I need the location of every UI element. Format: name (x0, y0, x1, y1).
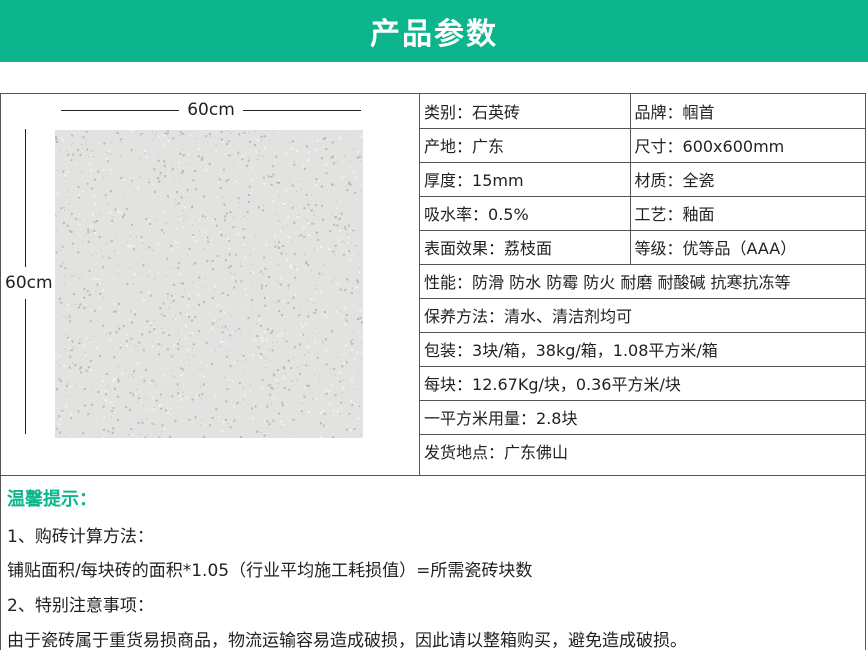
height-dimension-line-bottom (25, 299, 26, 434)
spec-label: 尺寸： (634, 137, 683, 156)
spec-cell: 保养方法：清水、清洁剂均可 (420, 297, 866, 333)
spec-value: 0.5% (488, 205, 529, 224)
height-dimension-label: 60cm (5, 273, 53, 293)
height-dimension: 60cm (5, 129, 53, 434)
spec-cell: 等级：优等品（AAA） (629, 229, 866, 265)
spec-cell: 每块：12.67Kg/块，0.36平方米/块 (420, 365, 866, 401)
spec-row: 类别：石英砖 品牌：帼首 (420, 94, 866, 129)
spec-row: 厚度：15mm 材质：全瓷 (420, 161, 866, 197)
spec-label: 等级： (634, 239, 683, 258)
spec-label: 保养方法： (424, 307, 505, 326)
spec-value: 广东佛山 (504, 443, 569, 463)
tip-line: 2、特别注意事项： (7, 596, 154, 616)
spec-value: 600x600mm (682, 137, 785, 156)
spec-row: 保养方法：清水、清洁剂均可 (420, 297, 866, 333)
spec-cell: 性能：防滑 防水 防霉 防火 耐磨 耐酸碱 抗寒抗冻等 (420, 263, 866, 299)
spec-cell: 包装：3块/箱，38kg/箱，1.08平方米/箱 (420, 331, 866, 367)
spec-label: 工艺： (634, 205, 683, 224)
spec-cell: 工艺：釉面 (629, 195, 866, 231)
spec-label: 包装： (424, 341, 473, 360)
spec-value: 12.67Kg/块，0.36平方米/块 (472, 375, 681, 394)
tips-title: 温馨提示： (7, 489, 97, 510)
tip-line: 由于瓷砖属于重货易损商品，物流运输容易造成破损，因此请以整箱购买，避免造成破损。 (7, 631, 687, 651)
width-dimension-line-left (61, 110, 179, 111)
spec-value: 广东 (472, 137, 505, 156)
spec-label: 材质： (634, 171, 683, 190)
spec-cell: 吸水率：0.5% (420, 195, 631, 231)
spec-row: 包装：3块/箱，38kg/箱，1.08平方米/箱 (420, 331, 866, 367)
spec-label: 表面效果： (424, 239, 505, 258)
spec-label: 产地： (424, 137, 473, 156)
spec-label: 品牌： (634, 102, 683, 122)
spec-label: 类别： (424, 102, 473, 122)
spec-table: 类别：石英砖 品牌：帼首 产地：广东 尺寸：600x600mm 厚度：15mm 材质：全瓷… (420, 94, 866, 468)
spec-cell: 品牌：帼首 (629, 94, 866, 129)
spec-value: 优等品（AAA） (682, 239, 797, 258)
spec-row: 性能：防滑 防水 防霉 防火 耐磨 耐酸碱 抗寒抗冻等 (420, 263, 866, 299)
spec-label: 一平方米用量： (424, 409, 537, 428)
spec-cell: 厚度：15mm (420, 161, 631, 197)
spec-label: 发货地点： (424, 443, 505, 463)
spec-cell: 产地：广东 (420, 127, 631, 163)
page-title: 产品参数 (370, 17, 498, 52)
spec-value: 全瓷 (682, 171, 715, 190)
spec-row: 吸水率：0.5% 工艺：釉面 (420, 195, 866, 231)
spec-row: 发货地点：广东佛山 (420, 433, 866, 468)
tile-image (55, 130, 363, 438)
spec-value: 2.8块 (536, 409, 578, 428)
spec-cell: 发货地点：广东佛山 (420, 433, 866, 468)
spec-value: 釉面 (682, 205, 715, 224)
spec-value: 清水、清洁剂均可 (504, 307, 633, 326)
spec-value: 帼首 (682, 102, 715, 122)
spec-value: 防滑 防水 防霉 防火 耐磨 耐酸碱 抗寒抗冻等 (472, 273, 791, 292)
spec-cell: 类别：石英砖 (420, 94, 631, 129)
width-dimension-label: 60cm (187, 100, 235, 120)
spec-label: 每块： (424, 375, 473, 394)
spec-row: 表面效果：荔枝面 等级：优等品（AAA） (420, 229, 866, 265)
spec-cell: 一平方米用量：2.8块 (420, 399, 866, 435)
product-image-panel: 60cm 60cm (1, 94, 420, 475)
spec-box: 60cm 60cm 类别：石英砖 品牌：帼首 产地：广东 尺寸：600x600mm 厚度… (0, 93, 866, 476)
spec-value: 15mm (472, 171, 524, 190)
spec-label: 性能： (424, 273, 473, 292)
spec-value: 3块/箱，38kg/箱，1.08平方米/箱 (472, 341, 718, 360)
tip-line: 铺贴面积/每块砖的面积*1.05（行业平均施工耗损值）=所需瓷砖块数 (7, 561, 533, 581)
spec-label: 厚度： (424, 171, 473, 190)
spec-value: 荔枝面 (504, 239, 553, 258)
spec-cell: 表面效果：荔枝面 (420, 229, 631, 265)
tips-section: 温馨提示： 1、购砖计算方法： 铺贴面积/每块砖的面积*1.05（行业平均施工耗… (0, 476, 866, 651)
spec-cell: 尺寸：600x600mm (629, 127, 866, 163)
page-title-banner: 产品参数 (0, 0, 868, 62)
spec-row: 产地：广东 尺寸：600x600mm (420, 127, 866, 163)
tile-texture (55, 130, 363, 438)
width-dimension-line-right (243, 110, 361, 111)
width-dimension: 60cm (61, 100, 361, 122)
height-dimension-line-top (25, 129, 26, 267)
spec-value: 石英砖 (472, 102, 521, 122)
spec-cell: 材质：全瓷 (629, 161, 866, 197)
spec-row: 每块：12.67Kg/块，0.36平方米/块 (420, 365, 866, 401)
spec-label: 吸水率： (424, 205, 489, 224)
tip-line: 1、购砖计算方法： (7, 527, 154, 547)
spec-row: 一平方米用量：2.8块 (420, 399, 866, 435)
